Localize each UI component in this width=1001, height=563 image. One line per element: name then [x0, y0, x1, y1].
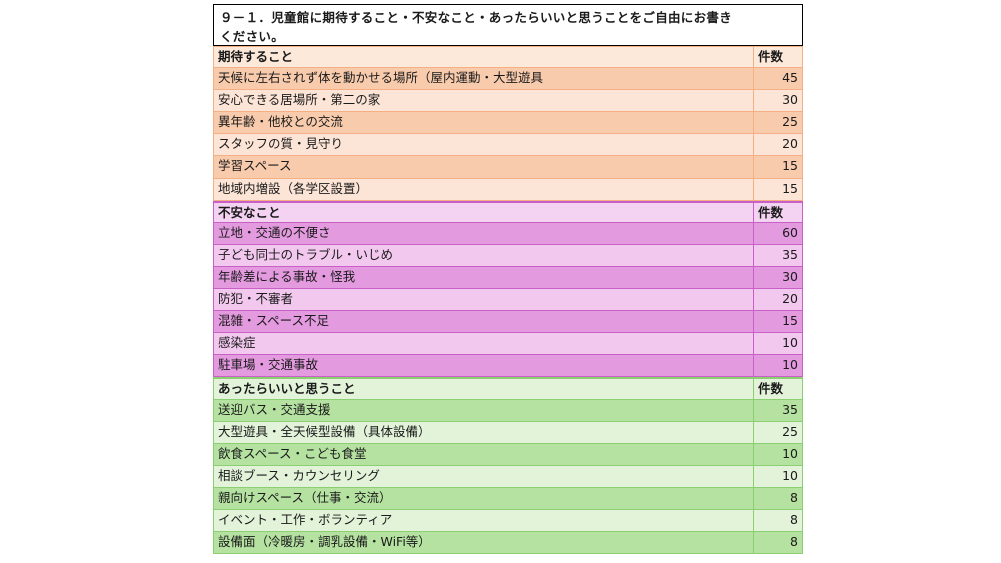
row-count: 30 — [754, 266, 803, 290]
row-label: 立地・交通の不便さ — [213, 222, 754, 245]
count-header: 件数 — [754, 46, 803, 69]
question-title: ９－１．児童館に期待すること・不安なこと・あったらいいと思うことをご自由にお書き… — [213, 4, 803, 46]
section-header-row: 不安なこと 件数 — [213, 200, 803, 223]
table-row: 異年齢・他校との交流 25 — [213, 112, 803, 135]
row-label: 混雑・スペース不足 — [213, 311, 754, 334]
table-row: 駐車場・交通事故 10 — [213, 355, 803, 378]
row-label: 異年齢・他校との交流 — [213, 112, 754, 135]
row-label: 感染症 — [213, 333, 754, 356]
row-label: 天候に左右されず体を動かせる場所（屋内運動・大型遊具 — [213, 68, 754, 91]
count-header: 件数 — [754, 377, 803, 400]
row-count: 15 — [754, 156, 803, 179]
table-row: 安心できる居場所・第二の家 30 — [213, 90, 803, 113]
section-heading: あったらいいと思うこと — [213, 377, 754, 400]
section-heading: 期待すること — [213, 46, 754, 69]
row-label: 親向けスペース（仕事・交流） — [213, 487, 754, 510]
row-count: 8 — [754, 487, 803, 510]
row-count: 8 — [754, 532, 803, 555]
row-count: 20 — [754, 289, 803, 312]
row-label: 飲食スペース・こども食堂 — [213, 443, 754, 466]
table-row: 年齢差による事故・怪我 30 — [213, 266, 803, 290]
row-count: 60 — [754, 222, 803, 245]
row-count: 10 — [754, 333, 803, 356]
table-row: 地域内増設（各学区設置） 15 — [213, 178, 803, 201]
row-count: 35 — [754, 244, 803, 267]
row-label: 駐車場・交通事故 — [213, 355, 754, 378]
row-count: 20 — [754, 134, 803, 157]
row-label: 年齢差による事故・怪我 — [213, 266, 754, 290]
table-row: 親向けスペース（仕事・交流） 8 — [213, 487, 803, 510]
row-count: 10 — [754, 355, 803, 378]
question-title-line2: ください。 — [220, 29, 285, 44]
section-expectations: 期待すること 件数 天候に左右されず体を動かせる場所（屋内運動・大型遊具 45 … — [213, 46, 803, 201]
table-row: スタッフの質・見守り 20 — [213, 134, 803, 157]
row-label: 送迎バス・交通支援 — [213, 399, 754, 422]
row-label: 地域内増設（各学区設置） — [213, 178, 754, 201]
row-count: 15 — [754, 178, 803, 201]
row-label: 設備面（冷暖房・調乳設備・WiFi等） — [213, 532, 754, 555]
row-count: 10 — [754, 443, 803, 466]
row-count: 15 — [754, 311, 803, 334]
row-count: 25 — [754, 421, 803, 444]
table-row: 大型遊具・全天候型設備（具体設備） 25 — [213, 421, 803, 444]
table-row: 防犯・不審者 20 — [213, 289, 803, 312]
section-heading: 不安なこと — [213, 200, 754, 223]
table-row: 飲食スペース・こども食堂 10 — [213, 443, 803, 466]
row-count: 45 — [754, 68, 803, 91]
section-header-row: 期待すること 件数 — [213, 46, 803, 69]
row-label: イベント・工作・ボランティア — [213, 509, 754, 533]
row-label: 防犯・不審者 — [213, 289, 754, 312]
row-label: 安心できる居場所・第二の家 — [213, 90, 754, 113]
table-row: イベント・工作・ボランティア 8 — [213, 509, 803, 533]
row-label: 大型遊具・全天候型設備（具体設備） — [213, 421, 754, 444]
table-row: 立地・交通の不便さ 60 — [213, 222, 803, 245]
table-row: 天候に左右されず体を動かせる場所（屋内運動・大型遊具 45 — [213, 68, 803, 91]
table-row: 混雑・スペース不足 15 — [213, 311, 803, 334]
row-count: 25 — [754, 112, 803, 135]
row-label: 相談ブース・カウンセリング — [213, 465, 754, 488]
question-title-line1: ９－１．児童館に期待すること・不安なこと・あったらいいと思うことをご自由にお書き — [220, 10, 733, 25]
table-row: 設備面（冷暖房・調乳設備・WiFi等） 8 — [213, 532, 803, 555]
section-wishes: あったらいいと思うこと 件数 送迎バス・交通支援 35 大型遊具・全天候型設備（… — [213, 377, 803, 555]
row-count: 30 — [754, 90, 803, 113]
section-concerns: 不安なこと 件数 立地・交通の不便さ 60 子ども同士のトラブル・いじめ 35 … — [213, 200, 803, 378]
table-row: 子ども同士のトラブル・いじめ 35 — [213, 244, 803, 267]
table-row: 送迎バス・交通支援 35 — [213, 399, 803, 422]
row-label: スタッフの質・見守り — [213, 134, 754, 157]
row-label: 学習スペース — [213, 156, 754, 179]
table-row: 感染症 10 — [213, 333, 803, 356]
count-header: 件数 — [754, 200, 803, 223]
survey-table: ９－１．児童館に期待すること・不安なこと・あったらいいと思うことをご自由にお書き… — [213, 4, 803, 555]
row-label: 子ども同士のトラブル・いじめ — [213, 244, 754, 267]
row-count: 35 — [754, 399, 803, 422]
row-count: 8 — [754, 509, 803, 533]
table-row: 相談ブース・カウンセリング 10 — [213, 465, 803, 488]
section-header-row: あったらいいと思うこと 件数 — [213, 377, 803, 400]
row-count: 10 — [754, 465, 803, 488]
table-row: 学習スペース 15 — [213, 156, 803, 179]
